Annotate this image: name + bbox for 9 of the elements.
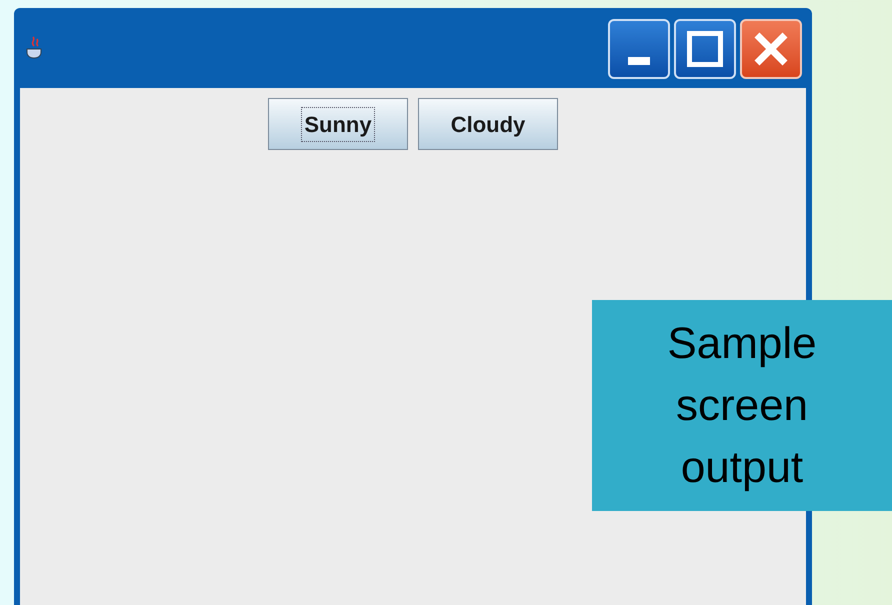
minimize-button[interactable] [608, 19, 670, 79]
callout-text: Sample screen output [666, 318, 818, 494]
push-button[interactable]: Cloudy [418, 98, 558, 150]
maximize-button[interactable] [674, 19, 736, 79]
close-icon [753, 31, 789, 67]
close-button[interactable] [740, 19, 802, 79]
minimize-icon [628, 57, 650, 65]
push-button[interactable]: Sunny [268, 98, 408, 150]
maximize-icon [687, 31, 723, 67]
